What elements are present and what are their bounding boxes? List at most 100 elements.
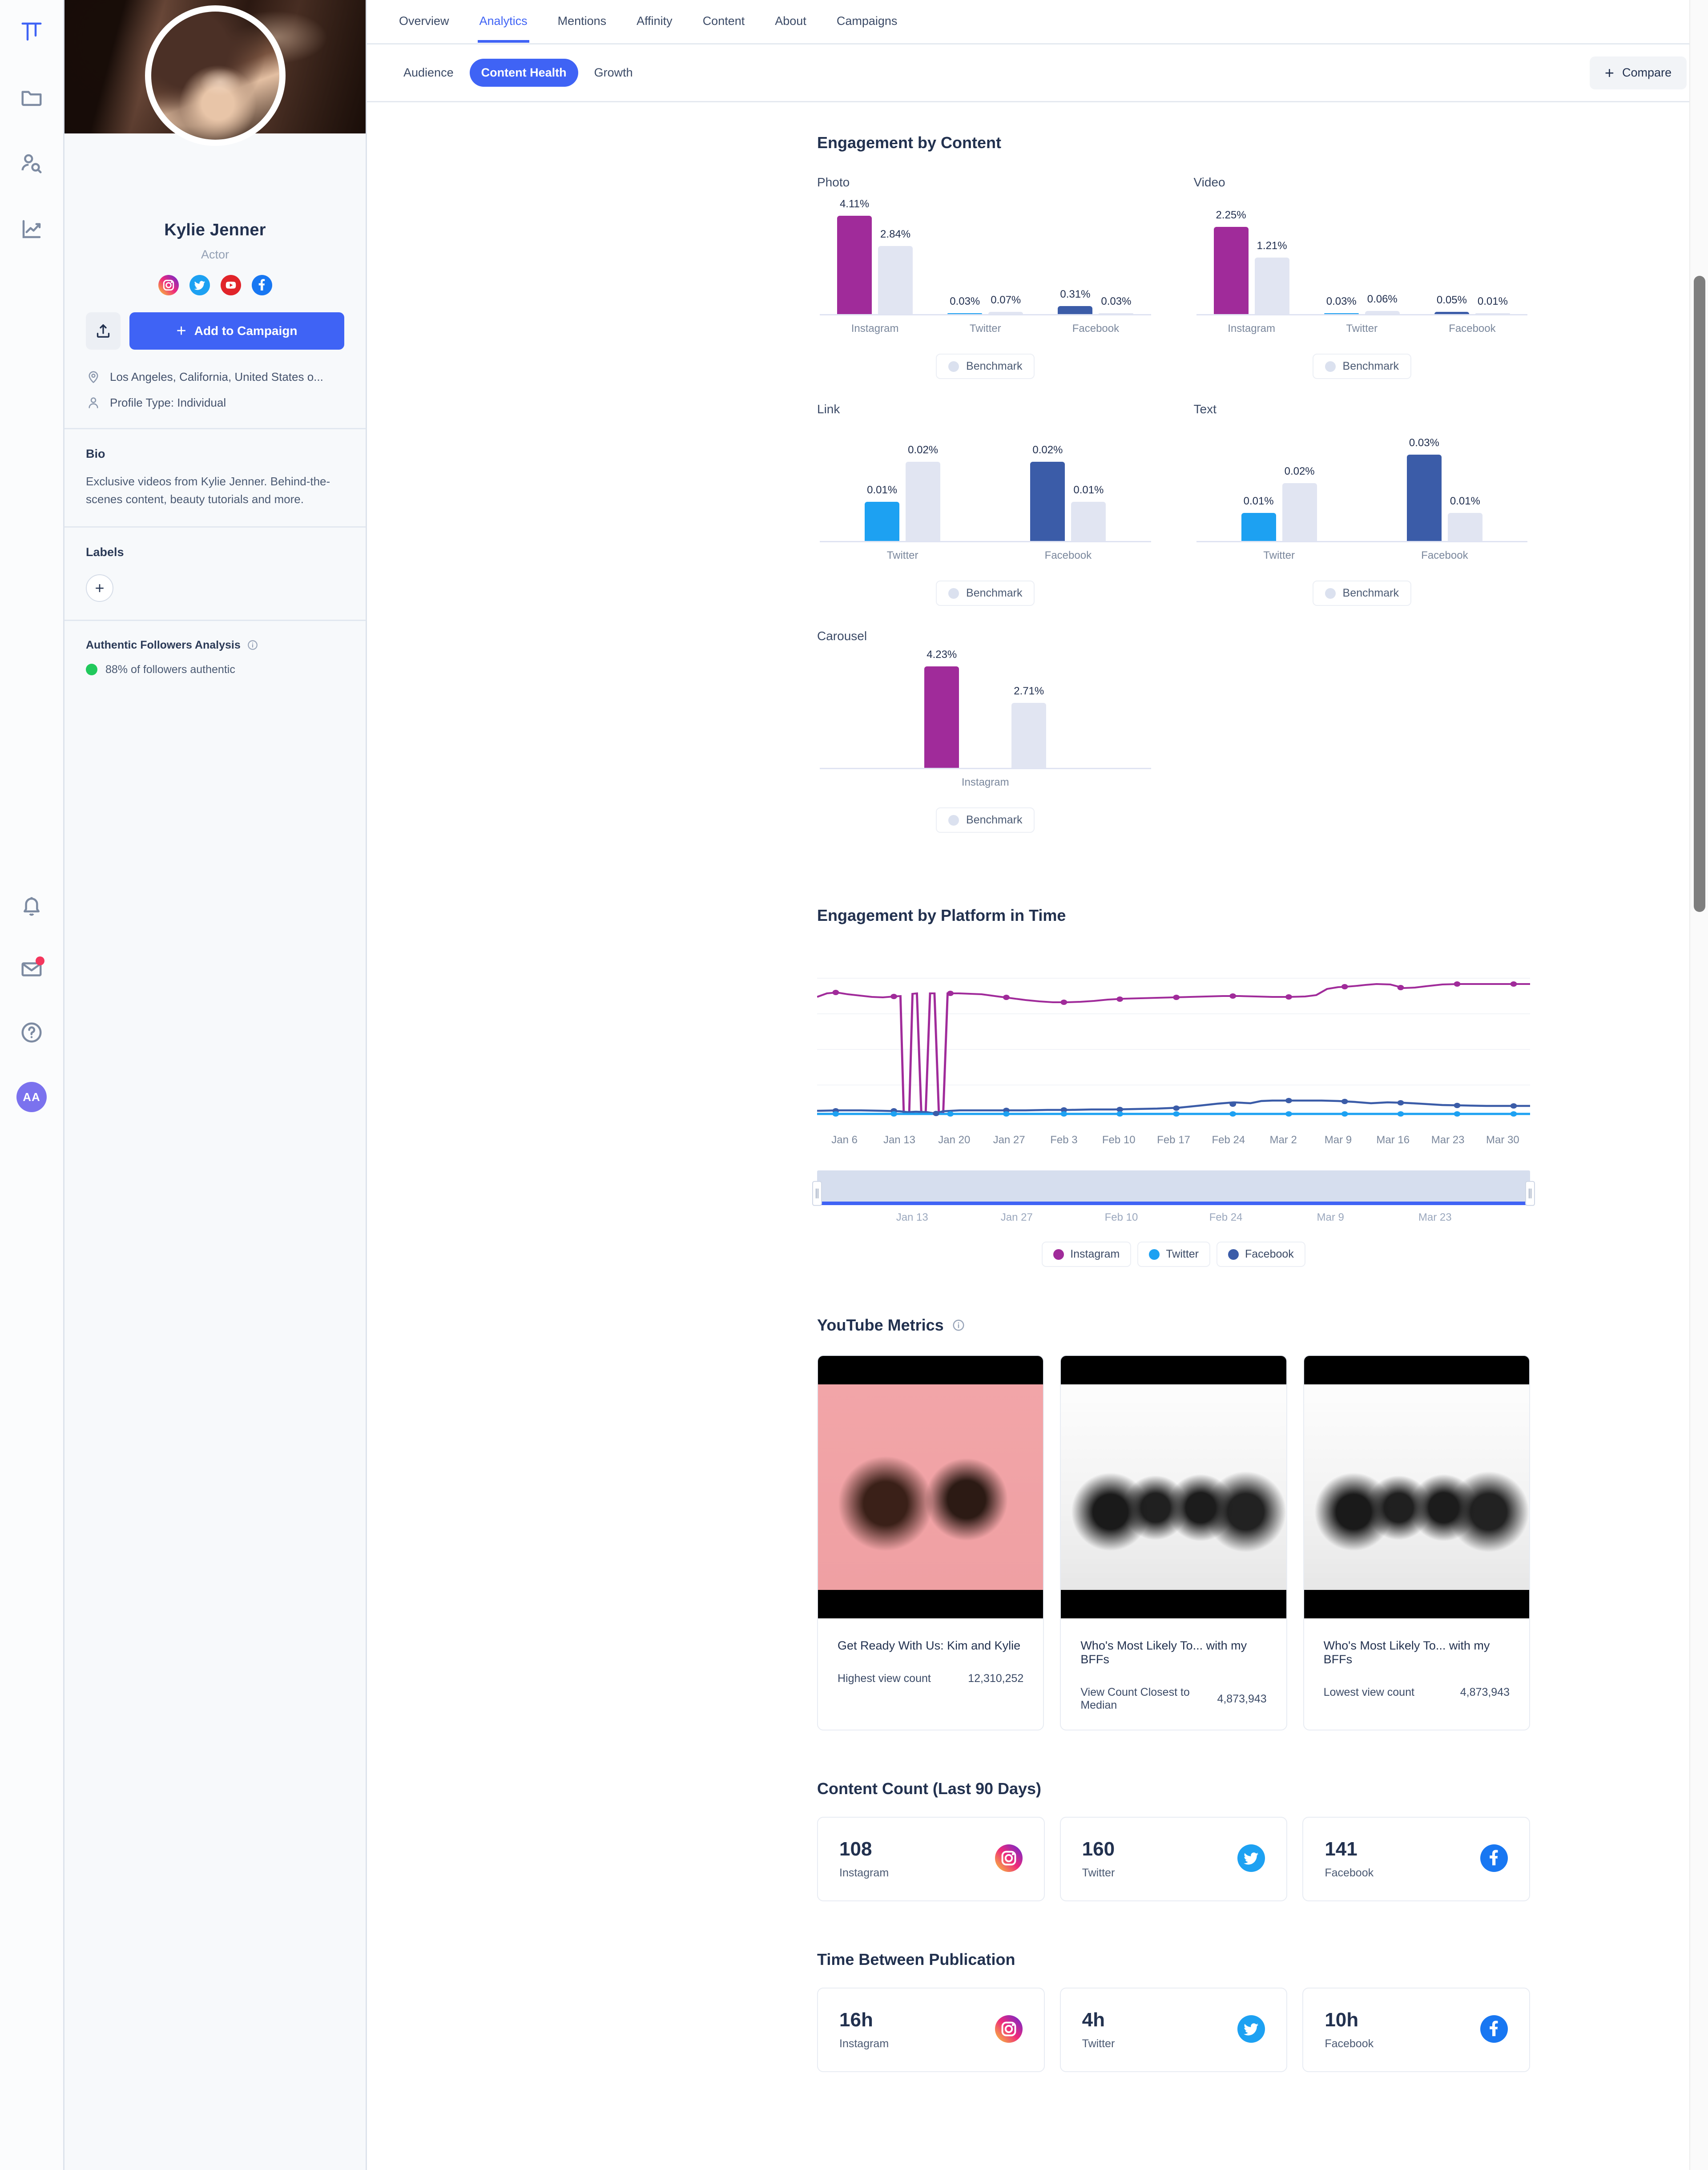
bell-icon[interactable] bbox=[18, 892, 45, 920]
bar-profile[interactable]: 4.11% bbox=[837, 198, 872, 314]
tab-affinity[interactable]: Affinity bbox=[621, 0, 688, 41]
video-stat-value: 4,873,943 bbox=[1460, 1686, 1510, 1698]
engagement-time-section: Engagement by Platform in Time Jan 6 Jan… bbox=[812, 906, 1535, 1267]
tab-analytics[interactable]: Analytics bbox=[464, 0, 543, 43]
youtube-card[interactable]: Who's Most Likely To... with my BFFs Vie… bbox=[1060, 1355, 1287, 1730]
help-icon[interactable] bbox=[18, 1019, 45, 1046]
bar-benchmark[interactable]: 0.01% bbox=[1447, 495, 1482, 541]
people-search-icon[interactable] bbox=[18, 149, 45, 177]
page-scrollbar[interactable] bbox=[1689, 0, 1708, 2170]
range-handle-left[interactable] bbox=[812, 1181, 822, 1206]
twitter-icon[interactable] bbox=[189, 275, 210, 295]
bar-profile[interactable]: 0.31% bbox=[1058, 288, 1093, 314]
content-count-cards: 108 Instagram 160 Twitter 141 Facebook bbox=[817, 1817, 1530, 1901]
x-tick-label: Mar 2 bbox=[1269, 1134, 1297, 1146]
instagram-icon bbox=[995, 1844, 1023, 1874]
legend-facebook[interactable]: Facebook bbox=[1217, 1242, 1305, 1267]
bar-profile[interactable]: 0.01% bbox=[1241, 495, 1276, 541]
content-count-heading: Content Count (Last 90 Days) bbox=[817, 1779, 1042, 1798]
tab-content[interactable]: Content bbox=[688, 0, 760, 41]
export-button[interactable] bbox=[86, 312, 121, 350]
bar-profile[interactable]: 2.25% bbox=[1213, 209, 1249, 314]
labels-section: Labels + bbox=[64, 526, 366, 620]
bar-benchmark[interactable]: 2.71% bbox=[1011, 685, 1047, 768]
legend-label: Benchmark bbox=[966, 814, 1023, 826]
legend-benchmark[interactable]: Benchmark bbox=[936, 807, 1035, 833]
tab-mentions[interactable]: Mentions bbox=[543, 0, 622, 41]
metric-value: 108 bbox=[839, 1838, 872, 1860]
legend-benchmark[interactable]: Benchmark bbox=[936, 581, 1035, 606]
chart-carousel: Carousel 4.23% 2.71% Instagram Benchmark bbox=[817, 629, 1154, 833]
chart-carousel-title: Carousel bbox=[817, 629, 867, 643]
x-axis-line bbox=[820, 541, 1151, 542]
metric-value: 4h bbox=[1082, 2009, 1105, 2031]
video-stat-value: 4,873,943 bbox=[1217, 1692, 1267, 1705]
video-thumbnail bbox=[818, 1356, 1043, 1618]
bar-value-label: 0.02% bbox=[1032, 444, 1063, 456]
chart-carousel-legend: Benchmark bbox=[817, 807, 1154, 833]
unread-badge bbox=[36, 956, 44, 965]
scrollbar-thumb[interactable] bbox=[1694, 276, 1705, 912]
info-icon[interactable] bbox=[952, 1319, 965, 1332]
youtube-card[interactable]: Who's Most Likely To... with my BFFs Low… bbox=[1303, 1355, 1530, 1730]
bar-benchmark[interactable]: 0.06% bbox=[1365, 293, 1400, 314]
video-stat-row: Highest view count 12,310,252 bbox=[838, 1672, 1023, 1685]
bar-profile[interactable]: 0.01% bbox=[865, 484, 900, 541]
authentic-value: 88% of followers authentic bbox=[105, 663, 235, 676]
add-label-button[interactable]: + bbox=[86, 574, 113, 602]
legend-benchmark[interactable]: Benchmark bbox=[936, 354, 1035, 379]
user-avatar[interactable]: AA bbox=[16, 1082, 47, 1112]
tab-about[interactable]: About bbox=[760, 0, 822, 41]
bar-group-facebook: 0.02% 0.01% bbox=[985, 424, 1151, 541]
profile-name: Kylie Jenner bbox=[164, 221, 266, 239]
icon-rail: AA bbox=[0, 0, 64, 2170]
video-thumbnail bbox=[1304, 1356, 1529, 1618]
bar-profile[interactable]: 0.03% bbox=[1406, 437, 1442, 541]
legend-benchmark[interactable]: Benchmark bbox=[1312, 581, 1411, 606]
youtube-icon[interactable] bbox=[220, 275, 241, 295]
engagement-time-title: Engagement by Platform in Time bbox=[817, 906, 1066, 924]
legend-label: Benchmark bbox=[966, 360, 1023, 372]
legend-twitter[interactable]: Twitter bbox=[1137, 1242, 1210, 1267]
profile-sidebar: Kylie Jenner Actor + Add to Campaign Los… bbox=[64, 0, 367, 2170]
bar-profile[interactable]: 0.02% bbox=[1030, 444, 1065, 541]
plus-icon: + bbox=[176, 322, 186, 340]
legend-dot-icon bbox=[1149, 1249, 1160, 1260]
metric-platform: Facebook bbox=[1325, 1866, 1374, 1879]
bar-benchmark[interactable]: 0.01% bbox=[1071, 484, 1106, 541]
tab-campaigns[interactable]: Campaigns bbox=[822, 0, 913, 41]
range-handle-right[interactable] bbox=[1525, 1181, 1535, 1206]
instagram-icon[interactable] bbox=[158, 275, 179, 295]
bar-benchmark[interactable]: 2.84% bbox=[878, 228, 913, 314]
bar-value-label: 2.71% bbox=[1014, 685, 1044, 697]
legend-label: Twitter bbox=[1166, 1248, 1199, 1260]
subtab-content-health[interactable]: Content Health bbox=[469, 59, 578, 87]
folder-icon[interactable] bbox=[18, 84, 45, 111]
date-range-slider[interactable] bbox=[812, 1170, 1535, 1206]
bar-value-label: 0.01% bbox=[1450, 495, 1480, 507]
facebook-icon[interactable] bbox=[251, 275, 272, 295]
legend-dot-icon bbox=[948, 815, 959, 826]
app-root: AA Kylie Jenner Actor + Add to Campaign … bbox=[0, 0, 1708, 2170]
analytics-icon[interactable] bbox=[18, 215, 45, 243]
twitter-icon bbox=[1237, 1844, 1265, 1874]
bar-profile[interactable]: 4.23% bbox=[924, 649, 959, 768]
chart-video: Video 2.25% 1.21% 0.03% 0.06% 0.05% 0.01… bbox=[1194, 175, 1531, 379]
bar-benchmark[interactable]: 0.02% bbox=[906, 444, 941, 541]
mail-icon[interactable] bbox=[18, 956, 45, 983]
legend-benchmark[interactable]: Benchmark bbox=[1312, 354, 1411, 379]
line-chart-svg[interactable] bbox=[817, 943, 1530, 1129]
profile-avatar-image bbox=[151, 12, 279, 140]
profile-type: Profile Type: Individual bbox=[110, 395, 226, 409]
logo-icon[interactable] bbox=[18, 18, 45, 45]
info-icon[interactable] bbox=[247, 639, 258, 651]
bar-benchmark[interactable]: 1.21% bbox=[1254, 240, 1289, 314]
tab-overview[interactable]: Overview bbox=[384, 0, 464, 41]
bar-benchmark[interactable]: 0.02% bbox=[1282, 465, 1317, 541]
add-to-campaign-button[interactable]: + Add to Campaign bbox=[129, 312, 344, 350]
subtab-audience[interactable]: Audience bbox=[392, 59, 465, 87]
compare-button[interactable]: + Compare bbox=[1589, 56, 1687, 89]
subtab-growth[interactable]: Growth bbox=[583, 59, 645, 87]
legend-instagram[interactable]: Instagram bbox=[1042, 1242, 1132, 1267]
youtube-card[interactable]: Get Ready With Us: Kim and Kylie Highest… bbox=[817, 1355, 1044, 1730]
